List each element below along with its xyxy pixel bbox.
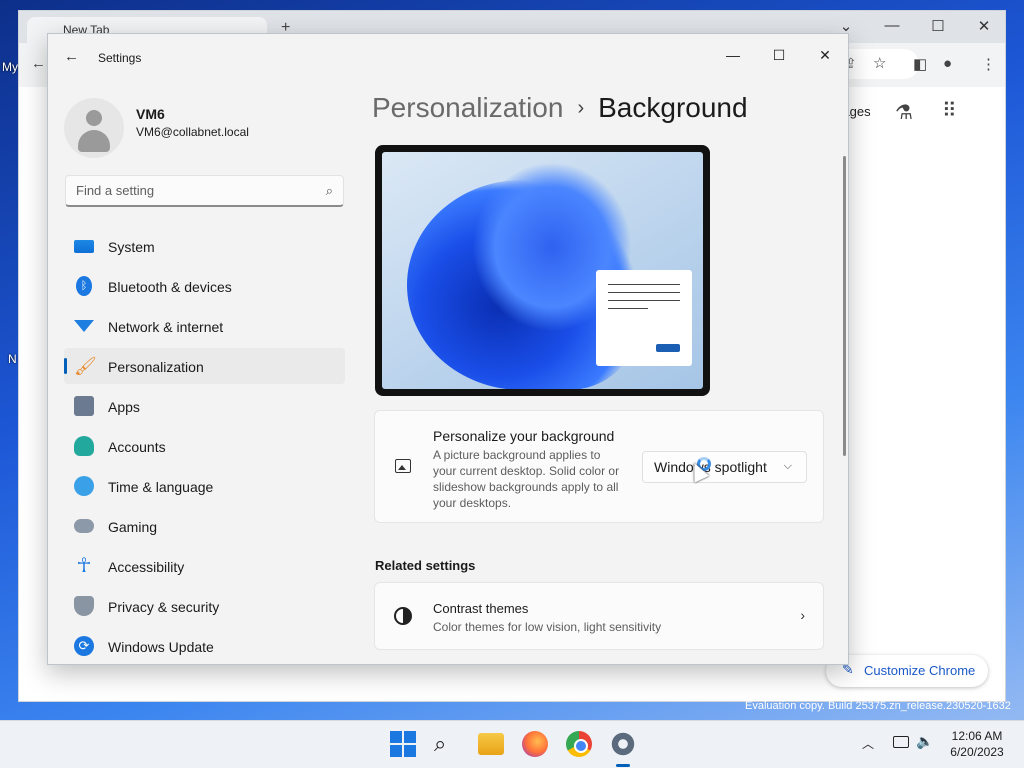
background-type-dropdown[interactable]: Windows spotlight ⌵ — [642, 451, 807, 483]
breadcrumb: Personalization › Background — [372, 92, 748, 124]
contrast-themes-card[interactable]: Contrast themes Color themes for low vis… — [374, 582, 824, 650]
close-icon[interactable]: ✕ — [961, 17, 1007, 35]
google-apps-icon[interactable]: ⠿ — [942, 98, 957, 123]
sidebar-item-label: Windows Update — [108, 639, 214, 655]
sidebar-item-label: System — [108, 239, 155, 255]
sidebar-item-label: Gaming — [108, 519, 158, 535]
wifi-icon — [74, 320, 94, 332]
search-icon[interactable]: ⌕ — [326, 183, 333, 199]
clock-date: 6/20/2023 — [950, 745, 1004, 759]
person-icon — [74, 436, 94, 456]
search-input[interactable] — [66, 176, 296, 204]
gamepad-icon — [74, 519, 94, 533]
preview-screen — [382, 152, 703, 389]
preview-window — [596, 270, 692, 366]
breadcrumb-separator: › — [577, 97, 585, 119]
back-icon[interactable]: ← — [31, 55, 46, 72]
settings-window: ← Settings — ☐ ✕ VM6 VM6@collabnet.local… — [47, 33, 849, 665]
sidebar-item-label: Accessibility — [108, 559, 185, 575]
search-box[interactable]: ⌕ — [65, 175, 344, 207]
file-explorer-icon[interactable] — [478, 733, 504, 755]
evaluation-watermark: Evaluation copy. Build 25375.zn_release.… — [745, 700, 1011, 712]
sidebar-item-label: Accounts — [108, 439, 166, 455]
chevron-down-icon: ⌵ — [783, 460, 792, 472]
chevron-up-icon[interactable]: ︿ — [862, 735, 874, 752]
system-icon — [74, 240, 94, 253]
apps-icon — [74, 396, 94, 416]
contrast-icon — [394, 607, 412, 625]
sidebar-item-accounts[interactable]: Accounts — [64, 428, 345, 464]
sidebar-item-accessibility[interactable]: ☥ Accessibility — [64, 548, 345, 584]
user-email: VM6@collabnet.local — [136, 125, 249, 139]
bluetooth-icon: ᛒ — [76, 276, 92, 296]
network-icon[interactable] — [893, 736, 909, 748]
back-arrow-icon[interactable]: ← — [64, 48, 79, 65]
globe-clock-icon — [74, 476, 94, 496]
background-preview — [375, 145, 710, 396]
avatar[interactable] — [64, 98, 124, 158]
breadcrumb-parent[interactable]: Personalization — [372, 92, 563, 123]
active-app-indicator — [616, 764, 630, 767]
profile-icon[interactable]: ● — [943, 55, 952, 72]
close-icon[interactable]: ✕ — [802, 42, 848, 70]
sidebar-item-label: Time & language — [108, 479, 214, 495]
customize-chrome-label: Customize Chrome — [864, 663, 976, 678]
card-title: Personalize your background — [433, 428, 615, 444]
labs-flask-icon[interactable]: ⚗ — [895, 100, 913, 125]
settings-icon[interactable] — [610, 731, 636, 757]
user-name: VM6 — [136, 106, 165, 122]
sidebar-item-apps[interactable]: Apps — [64, 388, 345, 424]
firefox-icon[interactable] — [522, 731, 548, 757]
accessibility-icon: ☥ — [76, 555, 92, 577]
sidebar-item-windows-update[interactable]: ⟳ Windows Update — [64, 628, 345, 664]
scrollbar[interactable] — [843, 156, 846, 456]
sidebar-item-label: Apps — [108, 399, 140, 415]
page-title: Background — [598, 92, 748, 123]
bookmark-star-icon[interactable]: ☆ — [873, 54, 886, 72]
card-description: A picture background applies to your cur… — [433, 448, 620, 510]
shield-icon — [74, 596, 94, 616]
sidebar-item-time-language[interactable]: Time & language — [64, 468, 345, 504]
desktop-icon-label[interactable]: N — [8, 352, 17, 366]
start-icon[interactable] — [390, 731, 416, 757]
picture-icon — [395, 459, 411, 473]
related-settings-heading: Related settings — [375, 558, 476, 573]
search-icon[interactable]: ⌕ — [434, 731, 460, 757]
sidebar-item-gaming[interactable]: Gaming — [64, 508, 345, 544]
sidebar-item-network[interactable]: Network & internet — [64, 308, 345, 344]
update-icon: ⟳ — [74, 636, 94, 656]
menu-icon[interactable]: ⋮ — [981, 55, 996, 73]
maximize-icon[interactable]: ☐ — [756, 42, 802, 70]
sidebar-item-label: Personalization — [108, 359, 204, 375]
maximize-icon[interactable]: ☐ — [915, 17, 961, 35]
taskbar: ⌕ ︿ 🔈 12:06 AM 6/20/2023 — [0, 720, 1024, 768]
side-panel-icon[interactable]: ◧ — [913, 55, 927, 73]
app-title: Settings — [98, 51, 142, 65]
clock-time: 12:06 AM — [951, 729, 1003, 743]
omnibox[interactable]: ⇪ ☆ — [839, 49, 919, 79]
sidebar-item-bluetooth[interactable]: ᛒ Bluetooth & devices — [64, 268, 345, 304]
volume-icon[interactable]: 🔈 — [916, 733, 933, 750]
sidebar-item-label: Network & internet — [108, 319, 224, 335]
sidebar-item-label: Bluetooth & devices — [108, 279, 232, 295]
minimize-icon[interactable]: — — [869, 17, 915, 34]
sidebar-item-personalization[interactable]: 🖌 Personalization — [64, 348, 345, 384]
desktop-icon-label[interactable]: My — [2, 60, 18, 74]
sidebar-item-privacy[interactable]: Privacy & security — [64, 588, 345, 624]
title-bar: ← Settings — ☐ ✕ — [48, 34, 848, 82]
chrome-icon[interactable] — [566, 731, 592, 757]
customize-chrome-button[interactable]: ✎ Customize Chrome — [826, 655, 988, 687]
clock[interactable]: 12:06 AM 6/20/2023 — [944, 728, 1010, 760]
sidebar-nav: System ᛒ Bluetooth & devices Network & i… — [64, 228, 345, 664]
brush-icon: 🖌 — [74, 356, 97, 376]
sidebar-item-system[interactable]: System — [64, 228, 345, 264]
chevron-right-icon: › — [800, 607, 805, 623]
sidebar-item-label: Privacy & security — [108, 599, 220, 615]
minimize-icon[interactable]: — — [710, 42, 756, 70]
card-title: Contrast themes — [433, 601, 529, 616]
card-description: Color themes for low vision, light sensi… — [433, 620, 662, 634]
personalize-background-card: Personalize your background A picture ba… — [374, 410, 824, 523]
